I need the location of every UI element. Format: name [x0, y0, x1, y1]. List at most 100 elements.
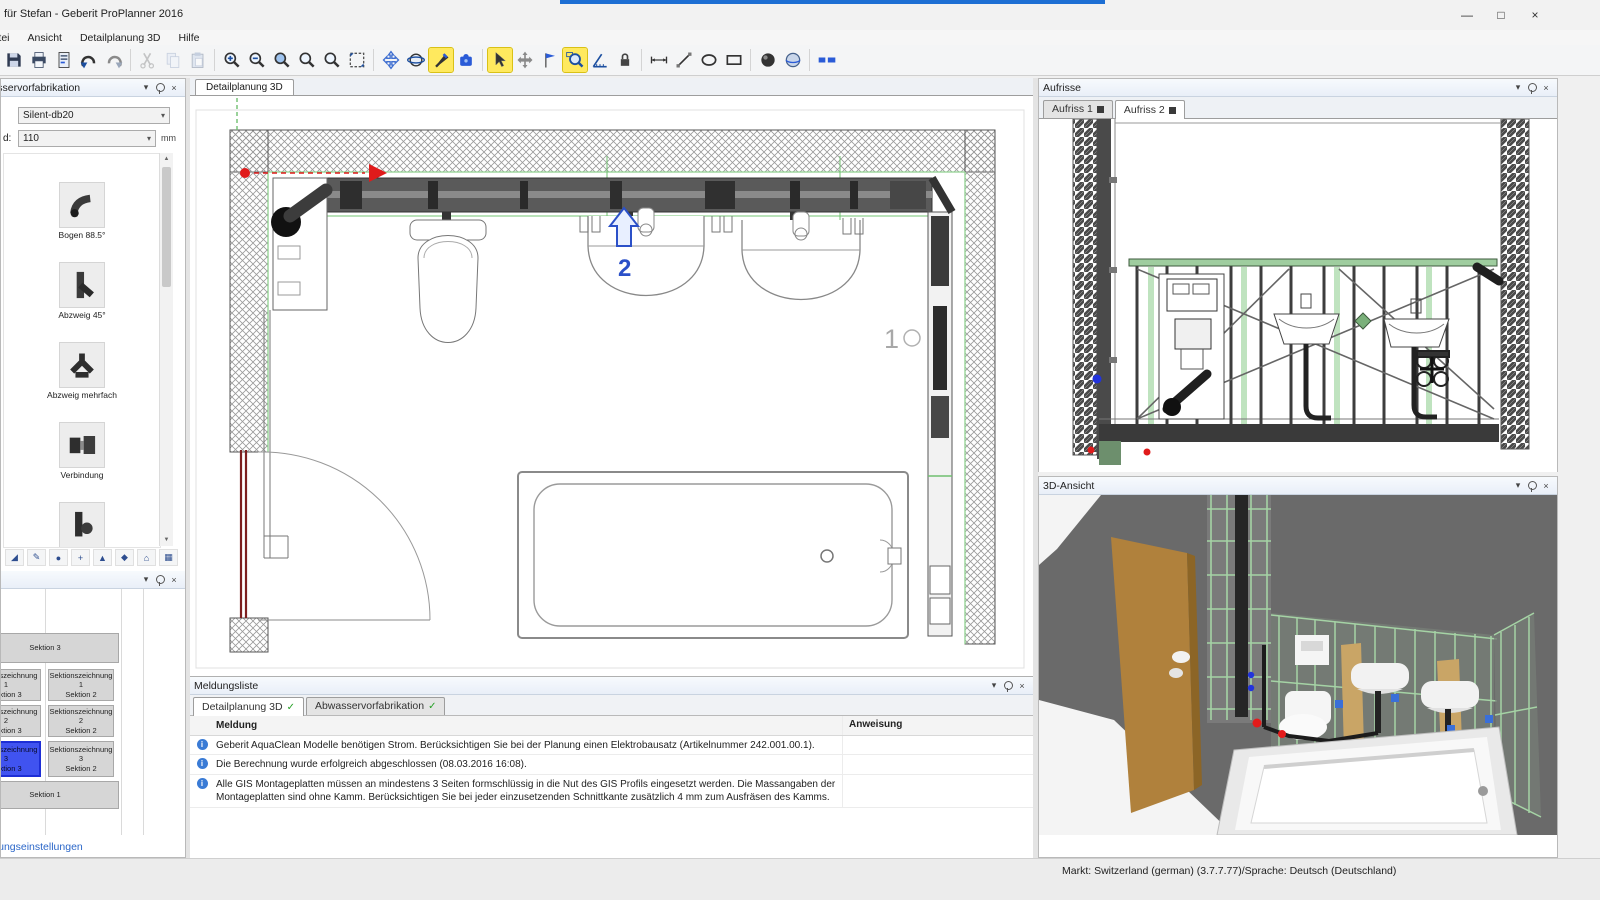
orbit-icon[interactable] — [404, 48, 428, 72]
close-panel-icon[interactable]: × — [167, 81, 181, 94]
zoom-all-icon[interactable] — [320, 48, 344, 72]
filter-dot-icon[interactable]: ● — [49, 549, 68, 566]
zoom-window-icon[interactable] — [270, 48, 294, 72]
scroll-up-icon[interactable]: ▲ — [160, 153, 173, 165]
ellipse-icon[interactable] — [697, 48, 721, 72]
save-icon[interactable] — [2, 48, 26, 72]
aufrisse-tabs: Aufriss 1 Aufriss 2 — [1039, 97, 1557, 119]
tab-detailplanung-3d[interactable]: Detailplanung 3D — [195, 79, 294, 95]
section-drawing-button[interactable]: Sektionszeichnung 1 Sektion 2 — [48, 669, 114, 701]
message-row[interactable]: i Geberit AquaClean Modelle benötigen St… — [190, 736, 1033, 756]
section-header-button[interactable]: Sektion 3 — [1, 633, 119, 663]
list-item-verbindung[interactable]: Verbindung — [22, 422, 142, 480]
zoom-selection-icon[interactable] — [563, 48, 587, 72]
list-item-bogen[interactable]: Bogen 88.5° — [22, 182, 142, 240]
message-row[interactable]: i Alle GIS Montageplatten müssen an mind… — [190, 775, 1033, 808]
print-icon[interactable] — [27, 48, 51, 72]
move-icon[interactable] — [513, 48, 537, 72]
pin-icon[interactable] — [153, 573, 167, 586]
message-row[interactable]: i Die Berechnung wurde erfolgreich abges… — [190, 755, 1033, 775]
menu-ansicht[interactable]: Ansicht — [19, 32, 71, 44]
calculation-settings-link[interactable]: Berechnungseinstellungen — [1, 841, 83, 853]
section-drawing-button[interactable]: Sektionszeichnung 3 Sektion 2 — [48, 741, 114, 777]
filter-diamond-icon[interactable]: ◆ — [115, 549, 134, 566]
diameter-select[interactable]: 110 ▾ — [18, 130, 156, 147]
pan-icon[interactable] — [379, 48, 403, 72]
column-anweisung[interactable]: Anweisung — [842, 716, 1033, 735]
tab-aufriss-1[interactable]: Aufriss 1 — [1043, 100, 1113, 118]
filter-add-icon[interactable]: + — [71, 549, 90, 566]
zoom-previous-icon[interactable] — [295, 48, 319, 72]
message-tab-abwasservorfabrikation[interactable]: Abwasservorfabrikation ✓ — [306, 697, 446, 715]
diameter-label: d: — [3, 133, 11, 144]
tab-aufriss-2[interactable]: Aufriss 2 — [1115, 100, 1185, 119]
message-tab-detailplanung[interactable]: Detailplanung 3D ✓ — [193, 697, 304, 716]
select-flag-icon[interactable] — [538, 48, 562, 72]
info-icon: i — [197, 758, 208, 769]
close-button[interactable]: × — [1518, 0, 1552, 30]
pin-icon[interactable] — [1525, 479, 1539, 492]
scroll-down-icon[interactable]: ▼ — [160, 534, 173, 546]
measure-icon[interactable] — [588, 48, 612, 72]
section-header-button[interactable]: Sektion 1 — [1, 781, 119, 809]
prefab-bars-icon[interactable] — [815, 48, 839, 72]
close-panel-icon[interactable]: × — [1539, 81, 1553, 94]
menu-hilfe[interactable]: Hilfe — [170, 32, 209, 44]
close-panel-icon[interactable]: × — [1539, 479, 1553, 492]
maximize-button[interactable]: □ — [1484, 0, 1518, 30]
cut-icon[interactable] — [136, 48, 160, 72]
filter-tri-icon[interactable]: ▲ — [93, 549, 112, 566]
dock-menu-icon[interactable]: ▾ — [139, 573, 153, 586]
list-item-abzweig45[interactable]: Abzweig 45° — [22, 262, 142, 320]
pin-icon[interactable] — [1001, 679, 1015, 692]
filter-home-icon[interactable]: ⌂ — [137, 549, 156, 566]
close-panel-icon[interactable]: × — [167, 573, 181, 586]
library-scrollbar[interactable]: ▲ ▼ — [159, 153, 173, 546]
close-panel-icon[interactable]: × — [1015, 679, 1029, 692]
close-tab-icon[interactable] — [1169, 107, 1176, 114]
redo-icon[interactable] — [102, 48, 126, 72]
section-drawing-button[interactable]: Sektionszeichnung 1 Sektion 3 — [1, 669, 41, 701]
undo-icon[interactable] — [77, 48, 101, 72]
view-3d-dark-icon[interactable] — [756, 48, 780, 72]
rectangle-icon[interactable] — [722, 48, 746, 72]
scroll-thumb[interactable] — [162, 167, 171, 287]
section-drawing-button[interactable]: Sektionszeichnung 2 Sektion 2 — [48, 705, 114, 737]
dock-menu-icon[interactable]: ▾ — [987, 679, 1001, 692]
list-item-abzweig-mehrfach[interactable]: Abzweig mehrfach — [22, 342, 142, 400]
view-3d-light-icon[interactable] — [781, 48, 805, 72]
system-select[interactable]: Silent-db20 ▾ — [18, 107, 170, 124]
zoom-out-icon[interactable] — [245, 48, 269, 72]
select-icon[interactable] — [488, 48, 512, 72]
section-drawing-button[interactable]: Sektionszeichnung 2 Sektion 3 — [1, 705, 41, 737]
menu-datei[interactable]: Datei — [0, 32, 19, 44]
menu-detailplanung[interactable]: Detailplanung 3D — [71, 32, 170, 44]
list-item-partial[interactable] — [22, 502, 142, 548]
pin-icon[interactable] — [1525, 81, 1539, 94]
connect-icon[interactable] — [454, 48, 478, 72]
dock-menu-icon[interactable]: ▾ — [1511, 81, 1525, 94]
filter-edit-icon[interactable]: ✎ — [27, 549, 46, 566]
dimension-icon[interactable] — [647, 48, 671, 72]
close-tab-icon[interactable] — [1097, 106, 1104, 113]
pin-icon[interactable] — [153, 81, 167, 94]
elevation-canvas[interactable] — [1039, 119, 1557, 472]
redline-icon[interactable] — [429, 48, 453, 72]
dock-menu-icon[interactable]: ▾ — [1511, 479, 1525, 492]
dock-menu-icon[interactable]: ▾ — [139, 81, 153, 94]
zoom-extents-icon[interactable] — [345, 48, 369, 72]
zoom-in-icon[interactable] — [220, 48, 244, 72]
render-3d-canvas[interactable]: Projekt Assistenten und Einstellungen 3D… — [1039, 495, 1557, 835]
floor-plan-canvas[interactable]: 2 1 — [190, 96, 1034, 676]
column-meldung[interactable]: Meldung — [214, 716, 842, 735]
line-icon[interactable] — [672, 48, 696, 72]
paste-icon[interactable] — [186, 48, 210, 72]
lock-icon[interactable] — [613, 48, 637, 72]
report-icon[interactable] — [52, 48, 76, 72]
section-drawing-button-selected[interactable]: Sektionszeichnung 3 Sektion 3 — [1, 741, 41, 777]
minimize-button[interactable]: — — [1450, 0, 1484, 30]
filter-wedge-icon[interactable]: ◢ — [5, 549, 24, 566]
filter-grid-icon[interactable]: ▦ — [159, 549, 178, 566]
status-bar: Markt: Switzerland (german) (3.7.7.77)/S… — [0, 858, 1600, 900]
copy-icon[interactable] — [161, 48, 185, 72]
